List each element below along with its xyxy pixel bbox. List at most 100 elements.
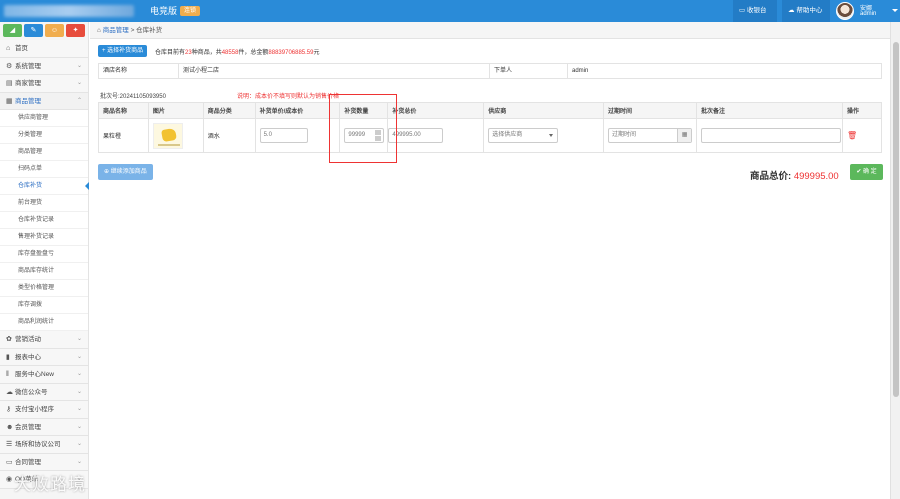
sidebar-subitem[interactable]: 前台理货 <box>0 195 88 212</box>
sidebar-item-label: 系统管理 <box>15 62 41 70</box>
supplier-select[interactable]: 选择供应商 <box>488 128 559 143</box>
list-icon: ☰ <box>6 441 13 448</box>
cash-register-button[interactable]: ▭ 收银台 <box>733 0 777 22</box>
total-label: 商品总价: <box>750 171 792 182</box>
col-header: 图片 <box>147 102 204 119</box>
group-icon: ☻ <box>6 423 14 431</box>
unit-price-cell: 5.0 <box>254 118 341 153</box>
product-name: 果粒橙 <box>98 118 149 153</box>
restock-table: 商品名称 图片 商品分类 补货单价/成本价 补货数量 补货总价 供应商 过期时间… <box>98 102 882 153</box>
sidebar-subitem[interactable]: 仓库补货记录 <box>0 212 88 229</box>
action-cell: 🗑 <box>842 118 882 153</box>
batch-number: 批次号:20241105093950 <box>100 94 166 100</box>
total-price-cell: 499995.00 <box>387 118 485 153</box>
sidebar-item-home[interactable]: ⌂ 首页 <box>0 40 88 58</box>
add-more-label: 继续添加商品 <box>110 169 147 175</box>
expire-placeholder: 过期时间 <box>612 132 637 138</box>
supplier-placeholder: 选择供应商 <box>492 132 523 138</box>
chevron-down-icon: ⌄ <box>76 441 82 447</box>
breadcrumb-parent[interactable]: 商品管理 <box>103 27 129 34</box>
table-header-row: 商品名称 图片 商品分类 补货单价/成本价 补货数量 补货总价 供应商 过期时间… <box>98 102 882 119</box>
sidebar-subitem[interactable]: 库存调拨 <box>0 297 88 314</box>
user-menu[interactable]: 安娜 admin <box>832 0 900 22</box>
edition-title: 电竞版 <box>150 6 178 16</box>
sidebar-item-merchant[interactable]: ▤ 商家管理 ⌄ <box>0 75 88 93</box>
help-center-button[interactable]: ☁ 帮助中心 <box>782 0 830 22</box>
pencil-icon[interactable]: ✎ <box>24 24 43 37</box>
home-icon: ⌂ <box>6 45 11 52</box>
sidebar-subitem[interactable]: 库存盘盈盘亏 <box>0 246 88 263</box>
sidebar-item-system[interactable]: ⚙ 系统管理 ⌄ <box>0 57 88 75</box>
cogs-icon[interactable]: ✦ <box>66 24 85 37</box>
chevron-down-icon: ⌄ <box>76 406 82 412</box>
sidebar-item-label: 微信公众号 <box>15 388 48 396</box>
file-icon: ▭ <box>6 458 13 466</box>
cloud-icon: ☁ <box>788 7 795 14</box>
chart-icon[interactable]: ◢ <box>3 24 22 37</box>
cutlery-icon: ǁ <box>6 371 9 378</box>
sidebar-item-label: 服务中心New <box>15 371 55 378</box>
sidebar-item[interactable]: ✿ 营销活动 ⌄ <box>0 331 88 349</box>
help-center-label: 帮助中心 <box>796 7 823 14</box>
add-more-goods-button[interactable]: ⊕ 继续添加商品 <box>98 164 153 180</box>
sidebar: ◢ ✎ ☺ ✦ ⌂ 首页 ⚙ 系统管理 ⌄ ▤ 商家管理 ⌄ ▦ 商品管理 ⌃ 供应商管理 分类… <box>0 22 89 499</box>
total-amount: 499995.00 <box>793 171 839 182</box>
unit-price-input[interactable]: 5.0 <box>259 128 308 143</box>
sidebar-subitem[interactable]: 扫码点单 <box>0 161 88 178</box>
sidebar-item[interactable]: ǁ 服务中心New ⌄ <box>0 366 88 384</box>
batch-remark-input[interactable] <box>701 128 842 143</box>
expire-cell: 过期时间 ▦ <box>603 118 698 153</box>
chevron-down-icon: ⌄ <box>76 423 82 430</box>
supplier-cell: 选择供应商 <box>483 118 605 153</box>
col-header: 操作 <box>842 102 882 119</box>
sidebar-item-label: 合同管理 <box>15 458 41 466</box>
sidebar-subitem[interactable]: 商品库存统计 <box>0 263 88 280</box>
trash-icon[interactable]: 🗑 <box>847 131 857 140</box>
chevron-down-icon: ⌄ <box>76 353 82 360</box>
sidebar-item-label: 首页 <box>15 45 28 52</box>
chevron-down-icon: ⌄ <box>76 458 82 465</box>
highlight-box <box>329 94 397 163</box>
calendar-icon[interactable]: ▦ <box>677 129 692 142</box>
sidebar-subitem[interactable]: 商品利润统计 <box>0 314 88 331</box>
col-header: 供应商 <box>483 102 605 119</box>
sidebar-item[interactable]: ⚷ 支付宝小程序 ⌄ <box>0 401 88 419</box>
sidebar-item[interactable]: ▭ 合同管理 ⌄ <box>0 453 88 471</box>
col-header: 补货单价/成本价 <box>254 102 341 119</box>
sidebar-bottom-menu: ✿ 营销活动 ⌄ ▮ 报表中心 ⌄ ǁ 服务中心New ⌄ ☁ 微信公众号 ⌄ ⚷ 支付宝小程序 ⌄ ☻ 会员管… <box>0 331 88 489</box>
buyer-label: 下单人 <box>490 64 568 78</box>
sidebar-subitem[interactable]: 供应商管理 <box>0 110 88 127</box>
product-image <box>152 122 183 149</box>
select-goods-button[interactable]: + 选择补货商品 <box>98 45 148 57</box>
sidebar-item-label: 支付宝小程序 <box>15 406 54 413</box>
confirm-button[interactable]: ✔ 确 定 <box>850 164 883 180</box>
remark-cell <box>696 118 843 153</box>
store-icon: ▤ <box>6 80 13 87</box>
breadcrumb-separator: > <box>130 27 135 34</box>
caret-down-icon <box>892 9 898 12</box>
gear-icon: ⚙ <box>6 62 13 70</box>
col-header: 批次备注 <box>696 102 843 119</box>
sidebar-subitem[interactable]: 仓库补货 <box>0 178 89 195</box>
users-icon[interactable]: ☺ <box>45 24 64 37</box>
scroll-thumb[interactable] <box>893 42 899 397</box>
user-role: admin <box>860 11 877 17</box>
sidebar-subitem[interactable]: 售理补货记录 <box>0 229 88 246</box>
expire-date-input[interactable]: 过期时间 ▦ <box>608 128 693 143</box>
sidebar-item[interactable]: ☻ 会员管理 ⌄ <box>0 418 88 436</box>
buyer-value: admin <box>572 68 589 74</box>
sidebar-item-label: 营销活动 <box>15 336 41 343</box>
sidebar-subitem[interactable]: 商品管理 <box>0 144 88 161</box>
sidebar-item-goods[interactable]: ▦ 商品管理 ⌃ <box>0 92 88 110</box>
sidebar-item[interactable]: ☁ 微信公众号 ⌄ <box>0 383 88 401</box>
sidebar-item[interactable]: ☰ 场所和协议公司 ⌄ <box>0 436 88 454</box>
table-row: 果粒橙 酒水 5.0 99999 499995.00 选择供应商 过期时间 ▦ 🗑 <box>98 118 882 153</box>
top-bar: 电竞版 连锁 ▭ 收银台 ☁ 帮助中心 安娜 admin <box>0 0 900 22</box>
sidebar-item[interactable]: ▮ 报表中心 ⌄ <box>0 348 88 366</box>
sidebar-subitem[interactable]: 分类管理 <box>0 127 88 144</box>
chevron-down-icon: ⌄ <box>76 62 82 69</box>
avatar <box>836 2 854 20</box>
scrollbar[interactable] <box>890 22 900 499</box>
sidebar-item-label: 商品管理 <box>15 97 41 105</box>
sidebar-subitem[interactable]: 类型价格管理 <box>0 280 88 297</box>
